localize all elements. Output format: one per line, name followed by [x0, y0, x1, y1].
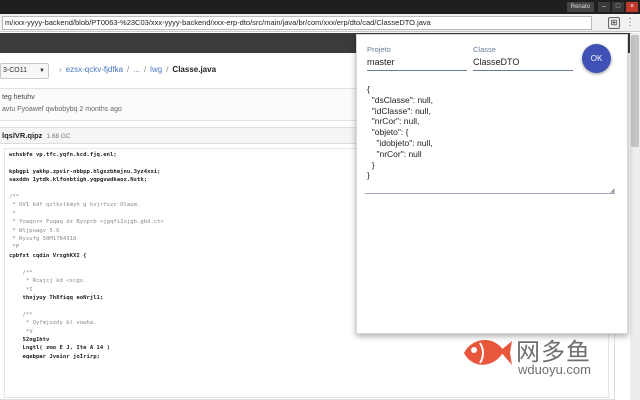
extension-popup: Projeto master Classe ClasseDTO OK { "ds… [356, 34, 628, 334]
classe-underline [473, 70, 573, 71]
file-size: 1.68 GC [46, 133, 71, 140]
ok-button[interactable]: OK [582, 44, 611, 73]
watermark: 网多鱼 wduoyu.com [460, 330, 610, 390]
classe-label: Classe [473, 45, 496, 54]
projeto-label: Projeto [367, 45, 391, 54]
breadcrumb-separator: / [127, 65, 130, 74]
breadcrumb-separator: / [166, 65, 169, 74]
projeto-underline [367, 70, 467, 71]
close-button[interactable]: × [626, 2, 638, 12]
extension-icon[interactable]: ⊞ [608, 17, 620, 29]
breadcrumb-separator: / [143, 65, 147, 74]
file-name: lqslVR.qipz [2, 131, 43, 140]
projeto-input[interactable]: master [367, 57, 395, 67]
profile-badge[interactable]: Renato [566, 2, 594, 12]
page-scrollbar[interactable] [630, 33, 640, 400]
breadcrumb-link-repo[interactable]: ezsx-qckv-fjdfka [66, 65, 123, 74]
window-titlebar: Renato – □ × [0, 0, 640, 14]
commit-title[interactable]: teg hetuhv [2, 94, 35, 101]
scrollbar-thumb[interactable] [631, 35, 639, 147]
browser-menu-icon[interactable]: ⋮ [624, 16, 636, 30]
breadcrumb-link-ellipsis[interactable]: ... [133, 65, 140, 74]
browser-toolbar: m/xxx-yyyy-backend/blob/PT0063-%23C03/xx… [0, 14, 640, 32]
breadcrumb-current-file: Classe.java [172, 65, 217, 74]
fish-logo-icon [464, 339, 512, 365]
resize-grip-icon[interactable]: ◢ [610, 187, 615, 194]
chevron-down-icon: ▼ [39, 68, 45, 74]
branch-name: 3-CO11 [3, 67, 27, 74]
json-output-textarea[interactable]: { "dsClasse": null, "idClasse": null, "n… [365, 82, 615, 194]
minimize-button[interactable]: – [598, 2, 610, 12]
branch-selector[interactable]: 3-CO11 ▼ [0, 63, 49, 79]
maximize-button[interactable]: □ [612, 2, 624, 12]
breadcrumb: › ezsx-qckv-fjdfka /... / lwg / Classe.java [55, 65, 216, 74]
breadcrumb-link-folder[interactable]: lwg [150, 65, 162, 74]
breadcrumb-separator: › [59, 65, 62, 74]
commit-meta: avtu Fyoawef qwbobybq 2 months ago [2, 106, 122, 113]
address-bar[interactable]: m/xxx-yyyy-backend/blob/PT0063-%23C03/xx… [2, 16, 592, 30]
classe-input[interactable]: ClasseDTO [473, 57, 519, 67]
window-controls: – □ × [598, 2, 638, 12]
watermark-url: wduoyu.com [518, 362, 591, 377]
